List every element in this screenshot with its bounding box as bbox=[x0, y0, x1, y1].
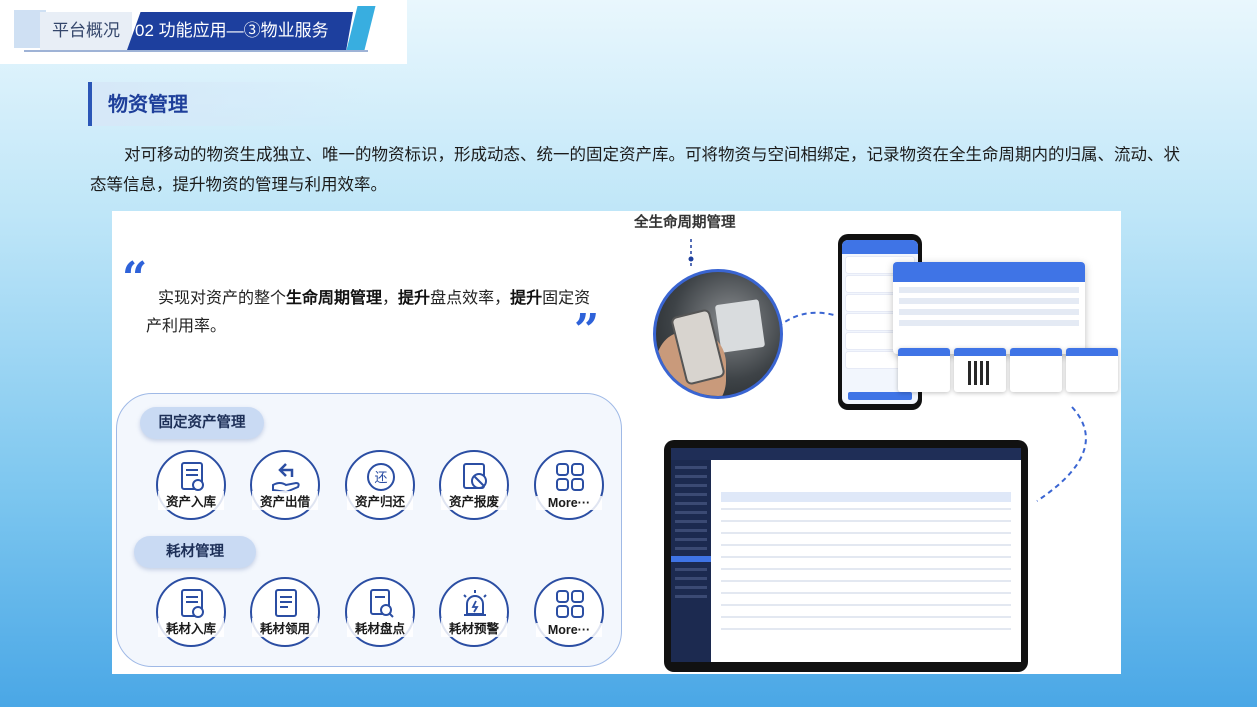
handheld-scanner-card bbox=[1066, 348, 1118, 392]
web-admin-topbar bbox=[671, 448, 1021, 460]
sidebar-item bbox=[675, 595, 707, 598]
table-row bbox=[721, 580, 1011, 582]
sidebar-item bbox=[675, 547, 707, 550]
table-row bbox=[721, 544, 1011, 546]
asset-tag-image bbox=[714, 299, 766, 353]
card-header bbox=[1010, 348, 1062, 356]
sidebar-item-active bbox=[671, 556, 711, 562]
qr-code-card bbox=[954, 348, 1006, 392]
asset-info-card bbox=[898, 348, 950, 392]
sidebar-item bbox=[675, 502, 707, 505]
sidebar-item bbox=[675, 586, 707, 589]
web-admin-mockup bbox=[664, 440, 1028, 672]
sidebar-item bbox=[675, 577, 707, 580]
table-row bbox=[721, 604, 1011, 606]
web-admin-screen bbox=[671, 448, 1021, 662]
header-bar: 平台概况 02 功能应用—③物业服务 bbox=[0, 0, 407, 64]
table-row bbox=[721, 520, 1011, 522]
inventory-card-header bbox=[893, 262, 1085, 282]
card-line bbox=[899, 287, 1079, 293]
tab-function-application[interactable]: 02 功能应用—③物业服务 bbox=[127, 12, 353, 50]
web-admin-table-header bbox=[721, 492, 1011, 502]
phone-scan-photo bbox=[653, 269, 783, 399]
section-title: 物资管理 bbox=[88, 82, 368, 126]
web-admin-sidebar bbox=[671, 460, 711, 662]
sidebar-item bbox=[675, 466, 707, 469]
section-paragraph: 对可移动的物资生成独立、唯一的物资标识，形成动态、统一的固定资产库。可将物资与空… bbox=[90, 146, 1180, 194]
table-row bbox=[721, 556, 1011, 558]
card-line bbox=[899, 320, 1079, 326]
sidebar-item bbox=[675, 475, 707, 478]
sidebar-item bbox=[675, 484, 707, 487]
card-line bbox=[899, 309, 1079, 315]
figure-panel: “ 实现对资产的整个生命周期管理，提升盘点效率，提升固定资产利用率。 ” 固定资… bbox=[112, 211, 1121, 674]
table-row bbox=[721, 592, 1011, 594]
mobile-app-header bbox=[842, 240, 918, 254]
inventory-card-mockup bbox=[893, 262, 1085, 354]
sidebar-item bbox=[675, 511, 707, 514]
tab-platform-overview[interactable]: 平台概况 bbox=[40, 12, 132, 50]
card-line bbox=[899, 298, 1079, 304]
qr-code-icon bbox=[968, 361, 992, 385]
sidebar-item bbox=[675, 538, 707, 541]
table-row bbox=[721, 628, 1011, 630]
sidebar-item bbox=[675, 529, 707, 532]
mobile-app-button bbox=[848, 392, 912, 400]
sidebar-item bbox=[675, 568, 707, 571]
card-header bbox=[898, 348, 950, 356]
scanner-card bbox=[1010, 348, 1062, 392]
table-row bbox=[721, 568, 1011, 570]
header-underline bbox=[24, 50, 368, 52]
card-header bbox=[1066, 348, 1118, 356]
sidebar-item bbox=[675, 520, 707, 523]
table-row bbox=[721, 616, 1011, 618]
table-row bbox=[721, 508, 1011, 510]
table-row bbox=[721, 532, 1011, 534]
sidebar-item bbox=[675, 493, 707, 496]
card-header bbox=[954, 348, 1006, 356]
